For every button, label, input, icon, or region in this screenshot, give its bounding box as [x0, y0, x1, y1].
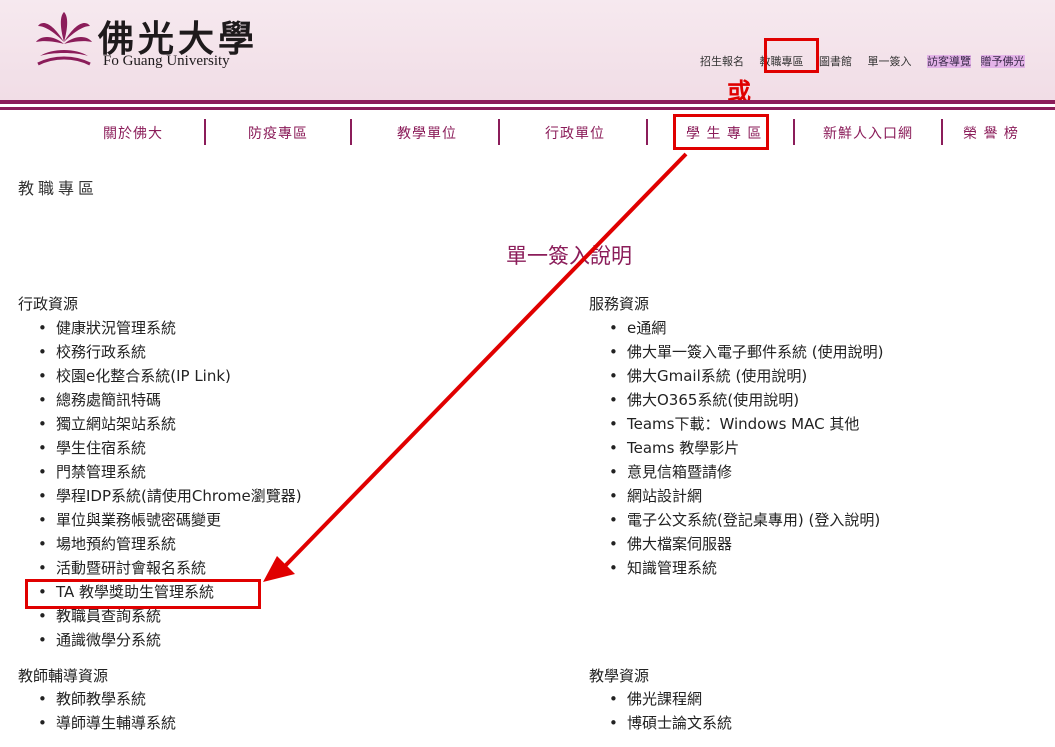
list-item: e通網 [609, 316, 883, 340]
list-item: 通識微學分系統 [38, 628, 302, 652]
link-sso-email[interactable]: 佛大單一簽入電子郵件系統 (使用說明) [627, 343, 883, 361]
list-item: 教師教學系統 [38, 687, 176, 711]
link-venue-booking[interactable]: 場地預約管理系統 [56, 535, 176, 553]
top-link-donate[interactable]: 贈予佛光 [980, 55, 1025, 68]
link-thesis-system[interactable]: 博碩士論文系統 [627, 714, 732, 732]
page-title: 教職專區 [18, 179, 99, 198]
link-site-builder[interactable]: 獨立網站架站系統 [56, 415, 176, 433]
nav-item-about[interactable]: 關於佛大 [103, 123, 163, 143]
link-event-registration[interactable]: 活動暨研討會報名系統 [56, 559, 206, 577]
list-item: 總務處簡訊特碼 [38, 388, 302, 412]
top-link-admissions[interactable]: 招生報名 [700, 55, 744, 68]
list-item: 獨立網站架站系統 [38, 412, 302, 436]
list-item: 佛大單一簽入電子郵件系統 (使用說明) [609, 340, 883, 364]
list-item: 網站設計網 [609, 484, 883, 508]
link-web-design[interactable]: 網站設計網 [627, 487, 702, 505]
list-item: 學生住宿系統 [38, 436, 302, 460]
link-teams-videos[interactable]: Teams 教學影片 [627, 439, 739, 457]
annotation-box-staff-area [764, 38, 819, 73]
single-sign-on-info-link[interactable]: 單一簽入說明 [506, 240, 632, 270]
link-access-control[interactable]: 門禁管理系統 [56, 463, 146, 481]
header-divider-thin [0, 107, 1055, 110]
nav-divider [204, 119, 206, 145]
header-divider [0, 100, 1055, 104]
list-item: 意見信箱暨請修 [609, 460, 883, 484]
nav-item-freshman-portal[interactable]: 新鮮人入口網 [823, 123, 913, 143]
top-link-visitor-guide[interactable]: 訪客導覽 [927, 55, 971, 68]
top-link-library[interactable]: 圖書館 [819, 55, 852, 68]
link-sms-code[interactable]: 總務處簡訊特碼 [56, 391, 161, 409]
link-admin-system[interactable]: 校務行政系統 [56, 343, 146, 361]
list-item: 佛大檔案伺服器 [609, 532, 883, 556]
site-header: 佛光大學 Fo Guang University 招生報名 教職專區 圖書館 單… [0, 0, 1055, 100]
nav-item-covid[interactable]: 防疫專區 [248, 123, 308, 143]
nav-divider [498, 119, 500, 145]
admin-resources-heading: 行政資源 [18, 295, 79, 313]
link-account-password[interactable]: 單位與業務帳號密碼變更 [56, 511, 221, 529]
tutor-resources-heading: 教師輔導資源 [18, 667, 109, 685]
nav-divider [941, 119, 943, 145]
service-resources-heading: 服務資源 [589, 295, 650, 313]
list-item: 單位與業務帳號密碼變更 [38, 508, 302, 532]
top-link-single-sign-on[interactable]: 單一簽入 [868, 55, 912, 68]
main-nav: 關於佛大 防疫專區 教學單位 行政單位 學 生 專 區 新鮮人入口網 榮 譽 榜 [0, 115, 1055, 151]
link-mentor-system[interactable]: 導師導生輔導系統 [56, 714, 176, 732]
nav-divider [646, 119, 648, 145]
teaching-resources-list: 佛光課程網 博碩士論文系統 [609, 687, 732, 735]
list-item: 佛光課程網 [609, 687, 732, 711]
list-item: Teams 教學影片 [609, 436, 883, 460]
nav-item-admin-units[interactable]: 行政單位 [545, 123, 605, 143]
list-item: 知識管理系統 [609, 556, 883, 580]
link-health-status-system[interactable]: 健康狀況管理系統 [56, 319, 176, 337]
link-file-server[interactable]: 佛大檔案伺服器 [627, 535, 732, 553]
top-links: 招生報名 教職專區 圖書館 單一簽入 訪客導覽 贈予佛光 [700, 53, 1031, 69]
list-item: 活動暨研討會報名系統 [38, 556, 302, 580]
list-item: Teams下載：Windows MAC 其他 [609, 412, 883, 436]
list-item: 場地預約管理系統 [38, 532, 302, 556]
nav-divider [350, 119, 352, 145]
link-course-site[interactable]: 佛光課程網 [627, 690, 702, 708]
list-item: 佛大O365系統(使用說明) [609, 388, 883, 412]
list-item: 校務行政系統 [38, 340, 302, 364]
link-e-document[interactable]: 電子公文系統(登記桌專用) (登入說明) [627, 511, 880, 529]
list-item: 博碩士論文系統 [609, 711, 732, 735]
service-resources-list: e通網 佛大單一簽入電子郵件系統 (使用說明) 佛大Gmail系統 (使用說明)… [609, 316, 883, 580]
link-teacher-teaching[interactable]: 教師教學系統 [56, 690, 146, 708]
link-gmail[interactable]: 佛大Gmail系統 (使用說明) [627, 367, 807, 385]
nav-item-honors[interactable]: 榮 譽 榜 [963, 123, 1019, 143]
link-dorm-system[interactable]: 學生住宿系統 [56, 439, 146, 457]
nav-item-academic-units[interactable]: 教學單位 [397, 123, 457, 143]
list-item: 電子公文系統(登記桌專用) (登入說明) [609, 508, 883, 532]
list-item: 導師導生輔導系統 [38, 711, 176, 735]
tutor-resources-list: 教師教學系統 導師導生輔導系統 [38, 687, 176, 735]
link-teams-download[interactable]: Teams下載：Windows MAC 其他 [627, 415, 859, 433]
link-staff-directory[interactable]: 教職員查詢系統 [56, 607, 161, 625]
annotation-box-student-area [673, 114, 769, 150]
list-item: 佛大Gmail系統 (使用說明) [609, 364, 883, 388]
link-knowledge-mgmt[interactable]: 知識管理系統 [627, 559, 717, 577]
list-item: 健康狀況管理系統 [38, 316, 302, 340]
list-item: 學程IDP系統(請使用Chrome瀏覽器) [38, 484, 302, 508]
link-micro-credit[interactable]: 通識微學分系統 [56, 631, 161, 649]
fgu-logo-icon[interactable] [34, 12, 94, 68]
list-item: 校園e化整合系統(IP Link) [38, 364, 302, 388]
nav-divider [793, 119, 795, 145]
link-o365[interactable]: 佛大O365系統(使用說明) [627, 391, 799, 409]
logo-english-name[interactable]: Fo Guang University [103, 53, 230, 70]
teaching-resources-heading: 教學資源 [589, 667, 650, 685]
link-e-portal[interactable]: e通網 [627, 319, 666, 337]
link-ip-link[interactable]: 校園e化整合系統(IP Link) [56, 367, 231, 385]
link-idp-system[interactable]: 學程IDP系統(請使用Chrome瀏覽器) [56, 487, 302, 505]
annotation-box-ta-system [25, 579, 261, 609]
link-feedback[interactable]: 意見信箱暨請修 [627, 463, 732, 481]
list-item: 門禁管理系統 [38, 460, 302, 484]
